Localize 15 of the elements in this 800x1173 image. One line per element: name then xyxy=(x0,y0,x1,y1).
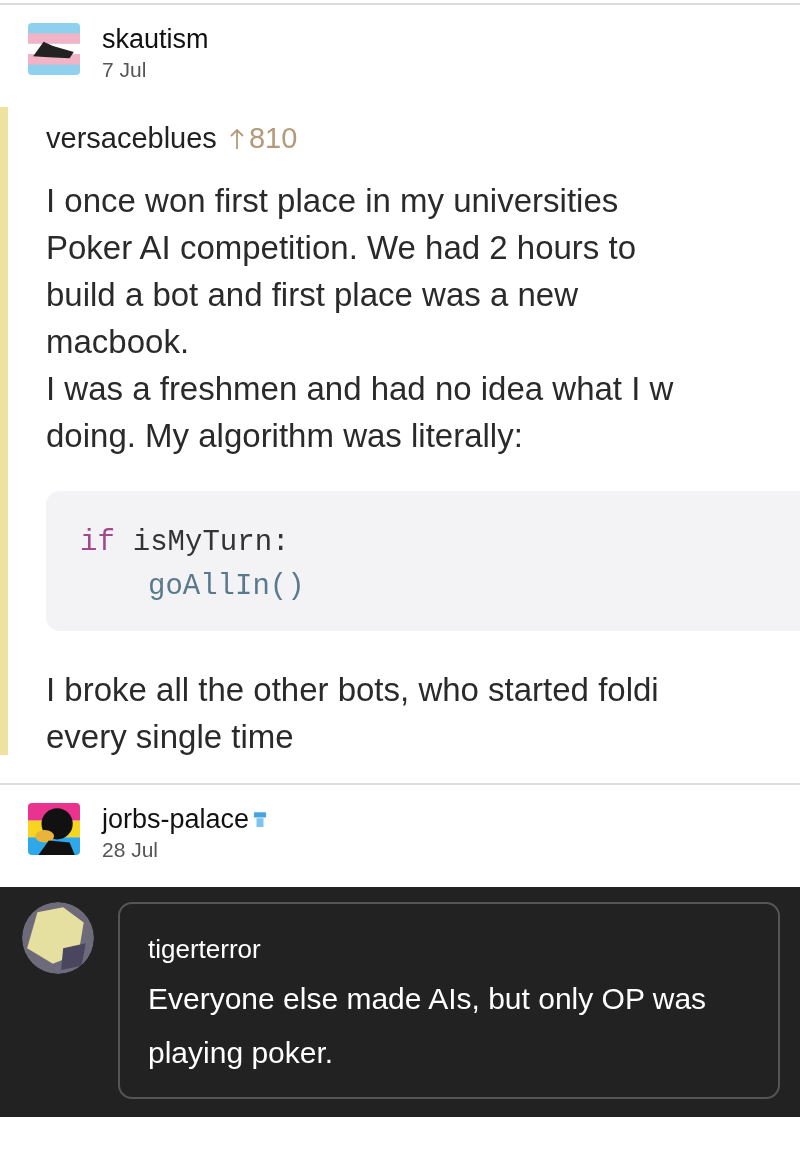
quoted-username[interactable]: versaceblues xyxy=(46,117,217,161)
username[interactable]: skautism xyxy=(102,23,209,57)
up-arrow-icon xyxy=(228,127,245,150)
post-text: I was a freshmen and had no idea what I w doing. My algorithm was literally: xyxy=(46,368,675,456)
post-date: 7 Jul xyxy=(102,56,148,83)
code-text: isMyTurn: xyxy=(132,524,290,561)
comment-text: Everyone else made AIs, but only OP was playing poker. xyxy=(148,981,708,1071)
username[interactable]: jorbs-palace xyxy=(102,803,250,837)
post-text: I broke all the other bots, who started foldi every single time xyxy=(46,669,660,755)
note-count: 810 xyxy=(248,121,298,156)
post-date: 28 Jul xyxy=(102,836,160,863)
comment-username[interactable]: tigerterror xyxy=(148,932,778,966)
code-keyword: if xyxy=(80,524,115,561)
code-text: goAllIn() xyxy=(148,569,305,603)
post-text: I once won first place in my universities Poker AI competition. We had 2 hours to build a bot and first place was a new macbook. xyxy=(46,180,638,362)
